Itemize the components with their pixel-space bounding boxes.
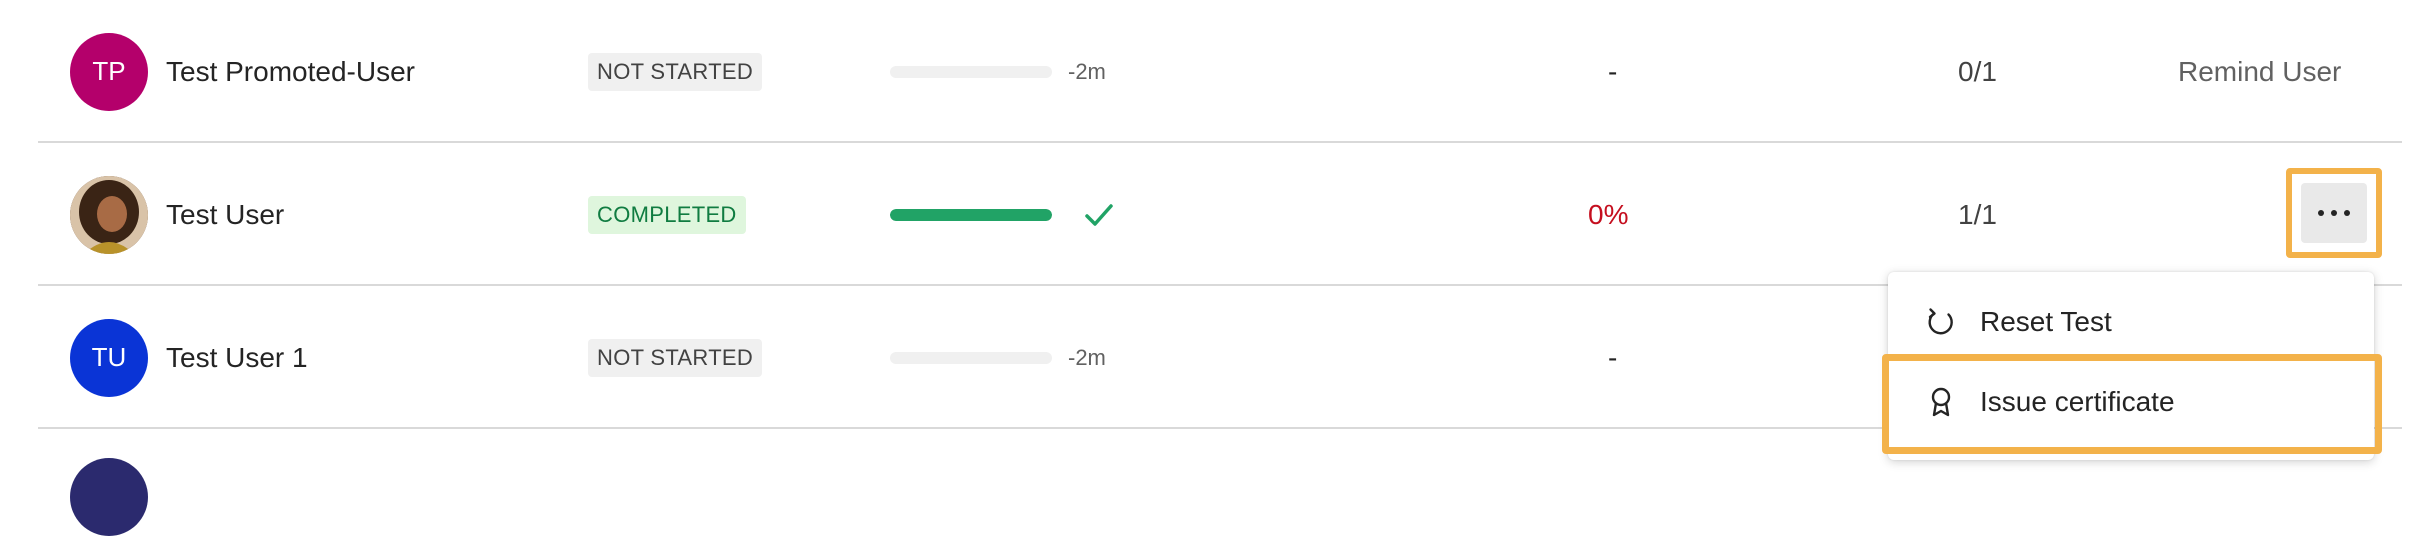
avatar-initials: TU (91, 342, 127, 372)
user-cell: TU Test User 1 (70, 286, 308, 429)
menu-item-label: Issue certificate (1980, 386, 2175, 417)
user-name[interactable]: Test Promoted-User (166, 56, 415, 88)
user-name[interactable]: Test User (166, 199, 284, 231)
more-actions-highlight (2286, 168, 2382, 258)
certificate-icon (1931, 387, 1951, 417)
menu-item-issue-certificate[interactable]: Issue certificate (1888, 362, 2374, 442)
score-value: - (1608, 341, 1618, 373)
table-row: TP Test Promoted-User NOT STARTED -2m - … (38, 0, 2402, 143)
more-dot (2331, 210, 2337, 216)
progress-cell (890, 143, 1116, 286)
attempts-cell: 0/1 (1958, 0, 1997, 143)
more-horizontal-icon (2318, 210, 2324, 216)
status-badge: NOT STARTED (588, 52, 763, 91)
table-row: Test User COMPLETED 0% 1/1 (38, 143, 2402, 286)
avatar: TU (70, 318, 148, 397)
score-value: 0% (1588, 198, 1629, 230)
avatar: TP (70, 32, 148, 111)
progress-cell: -2m (890, 0, 1106, 143)
score-value: - (1608, 55, 1618, 87)
menu-item-label: Reset Test (1980, 306, 2112, 337)
status-cell: NOT STARTED (588, 286, 763, 429)
status-badge: COMPLETED (588, 195, 746, 234)
progress-cell: -2m (890, 286, 1106, 429)
progress-fill (890, 208, 1052, 221)
score-cell: - (1608, 0, 1617, 143)
row-actions-menu: Reset Test Issue certificate (1888, 272, 2374, 460)
score-cell: - (1608, 286, 1617, 429)
avatar (70, 458, 148, 536)
attempts-value: 1/1 (1958, 198, 1997, 230)
more-dot (2344, 210, 2350, 216)
avatar (70, 175, 148, 254)
remind-user-button[interactable]: Remind User (2178, 56, 2341, 88)
status-cell: NOT STARTED (588, 0, 763, 143)
progress-bar (890, 65, 1052, 78)
progress-time: -2m (1068, 58, 1106, 84)
status-badge: NOT STARTED (588, 338, 763, 377)
checkmark-icon (1085, 203, 1113, 226)
user-cell: TP Test Promoted-User (70, 0, 415, 143)
progress-bar (890, 351, 1052, 364)
reset-icon (1928, 308, 1953, 335)
user-photo-icon (70, 175, 148, 254)
more-actions-button[interactable] (2301, 183, 2367, 243)
attempts-cell: 1/1 (1958, 143, 1997, 286)
action-cell: Remind User (2178, 0, 2341, 143)
user-cell: Test User (70, 143, 284, 286)
attempts-value: 0/1 (1958, 55, 1997, 87)
progress-time: -2m (1068, 344, 1106, 370)
menu-item-reset-test[interactable]: Reset Test (1888, 282, 2374, 362)
score-cell: 0% (1588, 143, 1628, 286)
status-cell: COMPLETED (588, 143, 746, 286)
progress-bar (890, 208, 1052, 221)
user-name[interactable]: Test User 1 (166, 342, 308, 374)
avatar-initials: TP (92, 56, 126, 86)
